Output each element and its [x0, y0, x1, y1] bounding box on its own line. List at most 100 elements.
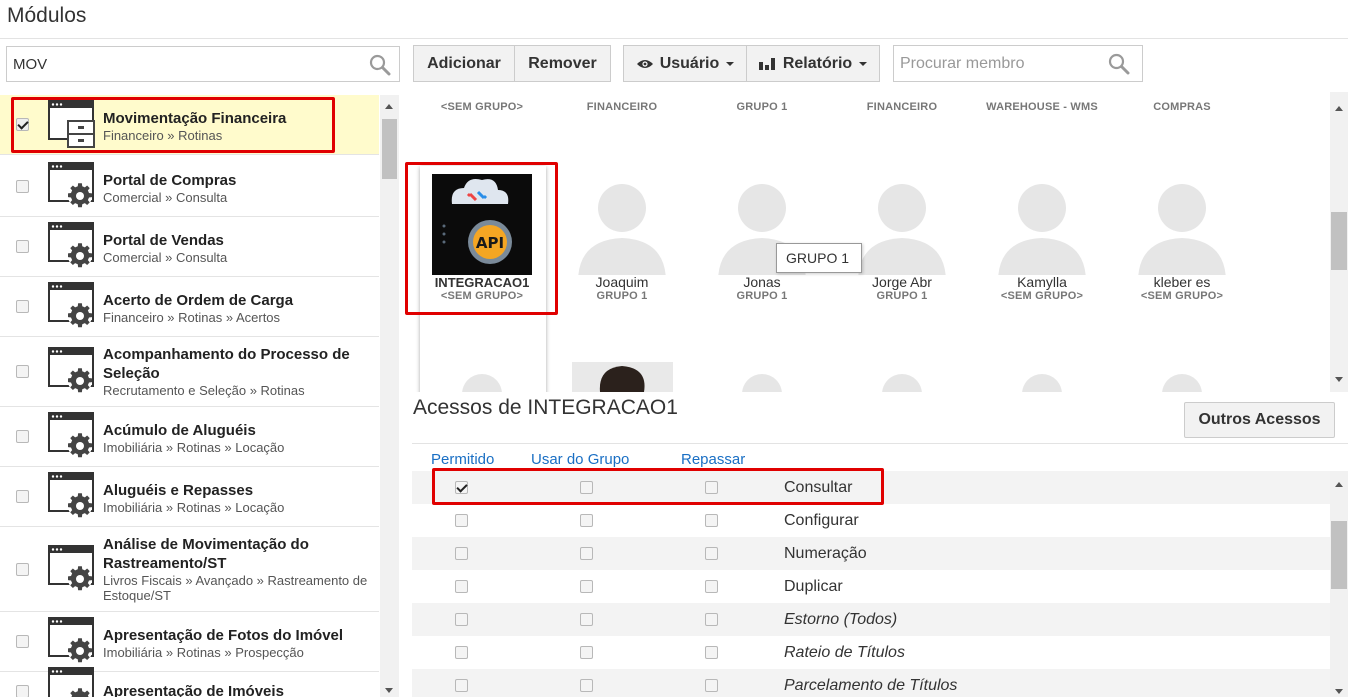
module-checkbox[interactable]	[16, 635, 29, 648]
report-dropdown-label: Relatório	[782, 54, 853, 72]
checkbox-repassar[interactable]	[705, 580, 718, 593]
module-item[interactable]: Movimentação Financeira Financeiro » Roti…	[0, 95, 379, 155]
module-checkbox[interactable]	[16, 490, 29, 503]
module-name: Portal de Compras	[103, 172, 237, 189]
module-path: Comercial » Consulta	[103, 250, 228, 265]
member-name: Jonas	[743, 274, 781, 290]
module-list: Movimentação Financeira Financeiro » Roti…	[0, 95, 379, 697]
member-tile[interactable]: Joaquim GRUPO 1	[557, 174, 687, 303]
scroll-up-icon[interactable]	[1335, 482, 1343, 487]
checkbox-permitido[interactable]	[455, 679, 468, 692]
add-button[interactable]: Adicionar	[413, 45, 515, 82]
checkbox-usar-grupo[interactable]	[580, 580, 593, 593]
member-photo-avatar	[572, 362, 673, 392]
scroll-thumb[interactable]	[382, 119, 397, 179]
member-tile[interactable]: API INTEGRACAO1 <SEM GRUPO>	[417, 174, 547, 303]
module-item[interactable]: Acúmulo de Aluguéis Imobiliária » Rotinas…	[0, 407, 379, 467]
module-name: Movimentação Financeira	[103, 110, 287, 127]
checkbox-permitido[interactable]	[455, 514, 468, 527]
user-dropdown-button[interactable]: Usuário	[623, 45, 747, 82]
remove-button-label: Remover	[528, 54, 597, 72]
member-group-label: GRUPO 1	[876, 290, 928, 302]
checkbox-usar-grupo[interactable]	[580, 481, 593, 494]
access-label: Rateio de Títulos	[784, 644, 905, 661]
module-checkbox[interactable]	[16, 365, 29, 378]
scroll-up-icon[interactable]	[1335, 106, 1343, 111]
gear-window-icon	[48, 281, 98, 331]
module-item[interactable]: Portal de Vendas Comercial » Consulta	[0, 217, 379, 277]
checkbox-repassar[interactable]	[705, 481, 718, 494]
module-name: Acúmulo de Aluguéis	[103, 422, 256, 439]
person-avatar-icon	[1162, 374, 1202, 392]
module-checkbox[interactable]	[16, 300, 29, 313]
scroll-up-icon[interactable]	[385, 104, 393, 109]
column-usar-do-grupo[interactable]: Usar do Grupo	[531, 451, 629, 468]
report-dropdown-button[interactable]: Relatório	[746, 45, 880, 82]
scroll-down-icon[interactable]	[1335, 689, 1343, 694]
checkbox-permitido[interactable]	[455, 580, 468, 593]
column-repassar[interactable]: Repassar	[681, 451, 745, 468]
other-access-button[interactable]: Outros Acessos	[1184, 402, 1335, 438]
module-path: Comercial » Consulta	[103, 190, 228, 205]
checkbox-usar-grupo[interactable]	[580, 613, 593, 626]
module-item[interactable]: Portal de Compras Comercial » Consulta	[0, 157, 379, 217]
checkbox-usar-grupo[interactable]	[580, 514, 593, 527]
scroll-thumb[interactable]	[1331, 521, 1347, 589]
module-search-input[interactable]	[7, 47, 357, 81]
member-search-input[interactable]	[894, 46, 1104, 81]
remove-button[interactable]: Remover	[514, 45, 611, 82]
access-row: Parcelamento de Títulos	[412, 669, 1330, 697]
module-item[interactable]: Acompanhamento do Processo de Seleção Rec…	[0, 337, 379, 407]
member-tile[interactable]: Kamylla <SEM GRUPO>	[977, 174, 1107, 303]
module-item[interactable]: Análise de Movimentação do Rastreamento/…	[0, 527, 379, 612]
scroll-down-icon[interactable]	[385, 688, 393, 693]
checkbox-usar-grupo[interactable]	[580, 547, 593, 560]
module-checkbox[interactable]	[16, 430, 29, 443]
module-list-scrollbar[interactable]	[380, 95, 399, 697]
checkbox-repassar[interactable]	[705, 514, 718, 527]
module-checkbox[interactable]	[16, 118, 29, 131]
bar-chart-icon	[758, 58, 775, 70]
member-group-label: <SEM GRUPO>	[1000, 290, 1084, 302]
checkbox-repassar[interactable]	[705, 613, 718, 626]
column-permitido[interactable]: Permitido	[431, 451, 494, 468]
checkbox-permitido[interactable]	[455, 481, 468, 494]
module-checkbox[interactable]	[16, 180, 29, 193]
access-scrollbar[interactable]	[1330, 471, 1348, 697]
checkbox-repassar[interactable]	[705, 679, 718, 692]
module-checkbox[interactable]	[16, 240, 29, 253]
checkbox-repassar[interactable]	[705, 646, 718, 659]
checkbox-permitido[interactable]	[455, 646, 468, 659]
members-scrollbar[interactable]	[1330, 92, 1348, 392]
access-label: Consultar	[784, 479, 853, 496]
member-name: Kamylla	[1017, 274, 1067, 290]
checkbox-repassar[interactable]	[705, 547, 718, 560]
members-grid: <SEM GRUPO> FINANCEIRO GRUPO 1 FINANCEIRO WA…	[412, 92, 1330, 392]
checkbox-usar-grupo[interactable]	[580, 646, 593, 659]
module-search-box	[6, 46, 400, 82]
module-name: Apresentação de Fotos do Imóvel	[103, 627, 344, 644]
module-item[interactable]: Aluguéis e Repasses Imobiliária » Rotinas…	[0, 467, 379, 527]
search-icon[interactable]	[369, 54, 391, 76]
checkbox-permitido[interactable]	[455, 547, 468, 560]
module-item[interactable]: Apresentação de Imóveis	[0, 667, 379, 697]
access-row: Estorno (Todos)	[412, 603, 1330, 636]
scroll-down-icon[interactable]	[1335, 377, 1343, 382]
module-name: Aluguéis e Repasses	[103, 482, 254, 499]
member-tile[interactable]: Jonas GRUPO 1	[697, 174, 827, 303]
gear-window-icon	[48, 666, 98, 697]
module-item[interactable]: Acerto de Ordem de Carga Financeiro » Rot…	[0, 277, 379, 337]
scroll-thumb[interactable]	[1331, 212, 1347, 270]
checkbox-permitido[interactable]	[455, 613, 468, 626]
access-label: Parcelamento de Títulos	[784, 677, 958, 694]
checkbox-usar-grupo[interactable]	[580, 679, 593, 692]
member-tile[interactable]: kleber es <SEM GRUPO>	[1117, 174, 1247, 303]
module-item[interactable]: Apresentação de Fotos do Imóvel Imobiliár…	[0, 612, 379, 672]
module-name: Análise de Movimentação do Rastreamento/…	[103, 536, 309, 572]
title-divider	[0, 38, 1348, 39]
search-icon[interactable]	[1108, 53, 1130, 75]
module-checkbox[interactable]	[16, 562, 29, 576]
module-checkbox[interactable]	[16, 685, 29, 697]
member-tile[interactable]: Jorge Abr GRUPO 1	[837, 174, 967, 303]
access-table: Consultar Configurar Numeração Duplicar Esto…	[412, 471, 1330, 697]
